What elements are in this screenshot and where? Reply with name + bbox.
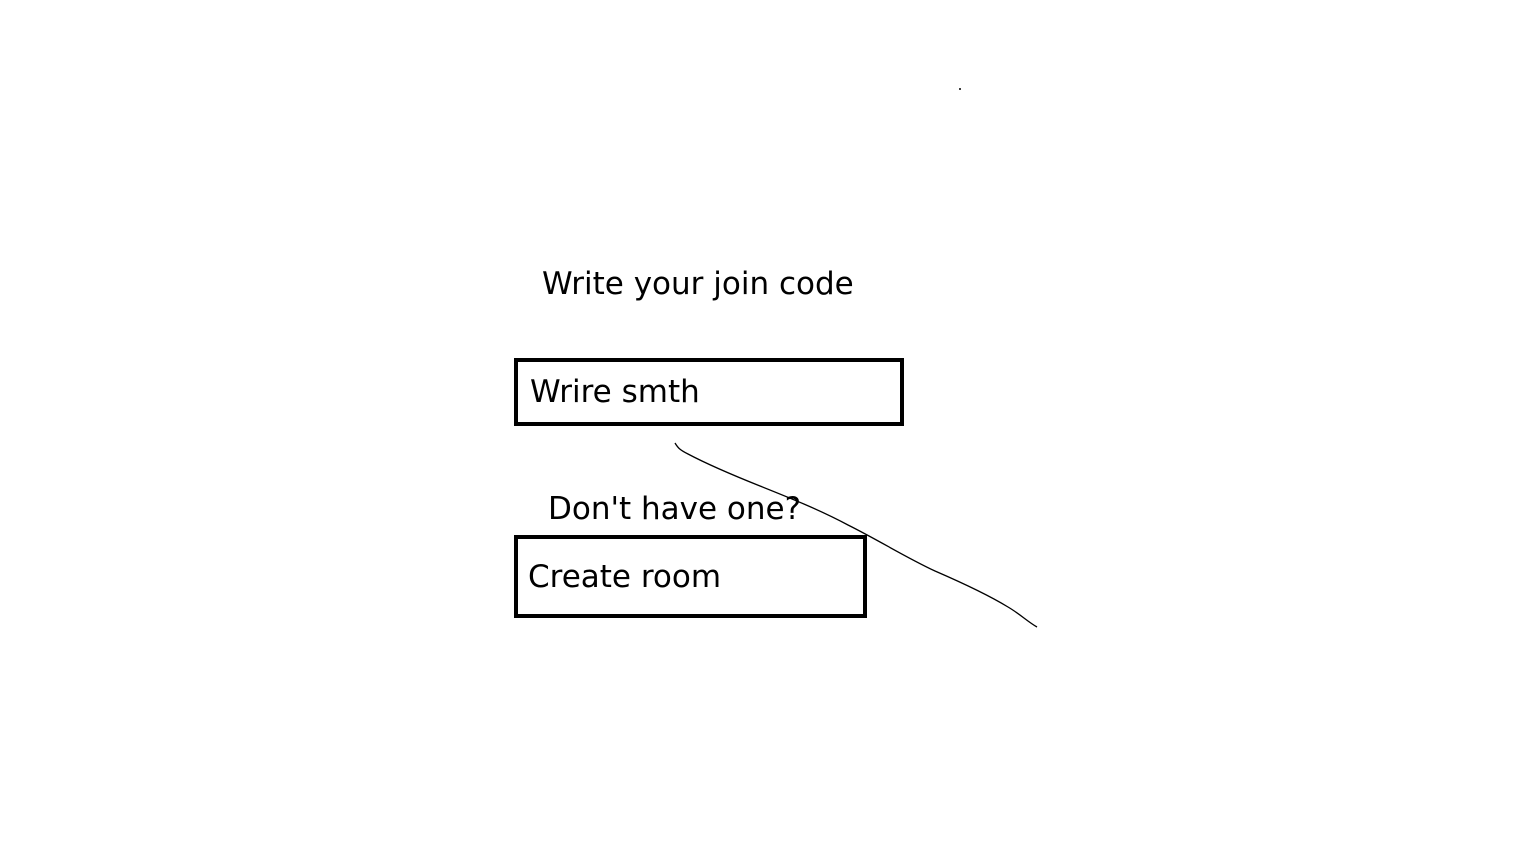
- create-room-button[interactable]: Create room: [514, 535, 867, 618]
- join-room-screen: Write your join code Don't have one? Cre…: [0, 0, 1536, 864]
- no-code-prompt: Don't have one?: [548, 491, 802, 527]
- stray-pen-stroke: [674, 88, 1038, 628]
- stray-dot: [959, 88, 961, 90]
- join-code-prompt: Write your join code: [542, 266, 854, 302]
- join-code-input[interactable]: [514, 358, 904, 426]
